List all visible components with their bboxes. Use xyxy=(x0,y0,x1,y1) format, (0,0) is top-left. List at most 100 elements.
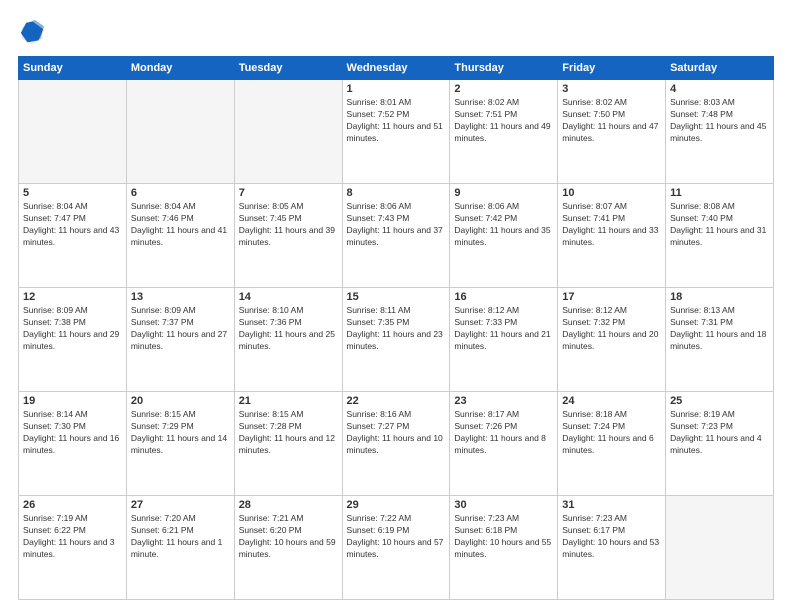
calendar-cell: 15 Sunrise: 8:11 AMSunset: 7:35 PMDayligh… xyxy=(342,288,450,392)
day-number: 14 xyxy=(239,291,338,303)
calendar-cell: 20 Sunrise: 8:15 AMSunset: 7:29 PMDayligh… xyxy=(126,392,234,496)
day-number: 11 xyxy=(670,187,769,199)
day-number: 31 xyxy=(562,499,661,511)
day-info: Sunrise: 7:23 AMSunset: 6:18 PMDaylight:… xyxy=(454,513,553,561)
calendar-cell xyxy=(666,496,774,600)
calendar-week-row: 1Sunrise: 8:01 AMSunset: 7:52 PMDaylight… xyxy=(19,80,774,184)
day-number: 22 xyxy=(347,395,446,407)
day-number: 13 xyxy=(131,291,230,303)
day-info: Sunrise: 8:03 AMSunset: 7:48 PMDaylight:… xyxy=(670,97,769,145)
calendar-cell: 31 Sunrise: 7:23 AMSunset: 6:17 PMDayligh… xyxy=(558,496,666,600)
day-number: 27 xyxy=(131,499,230,511)
calendar-cell xyxy=(234,80,342,184)
day-info: Sunrise: 7:20 AMSunset: 6:21 PMDaylight:… xyxy=(131,513,230,561)
calendar-cell: 14 Sunrise: 8:10 AMSunset: 7:36 PMDayligh… xyxy=(234,288,342,392)
calendar-cell xyxy=(19,80,127,184)
day-number: 12 xyxy=(23,291,122,303)
calendar-cell: 19 Sunrise: 8:14 AMSunset: 7:30 PMDayligh… xyxy=(19,392,127,496)
col-wednesday: Wednesday xyxy=(342,57,450,80)
day-info: Sunrise: 8:04 AMSunset: 7:46 PMDaylight:… xyxy=(131,201,230,249)
day-number: 16 xyxy=(454,291,553,303)
day-info: Sunrise: 8:16 AMSunset: 7:27 PMDaylight:… xyxy=(347,409,446,457)
calendar-cell: 24Sunrise: 8:18 AMSunset: 7:24 PMDayligh… xyxy=(558,392,666,496)
calendar-cell: 18 Sunrise: 8:13 AMSunset: 7:31 PMDayligh… xyxy=(666,288,774,392)
day-number: 17 xyxy=(562,291,661,303)
calendar-week-row: 5 Sunrise: 8:04 AMSunset: 7:47 PMDaylight… xyxy=(19,184,774,288)
col-saturday: Saturday xyxy=(666,57,774,80)
day-number: 15 xyxy=(347,291,446,303)
calendar-cell: 16Sunrise: 8:12 AMSunset: 7:33 PMDayligh… xyxy=(450,288,558,392)
col-tuesday: Tuesday xyxy=(234,57,342,80)
logo xyxy=(18,18,50,46)
day-number: 21 xyxy=(239,395,338,407)
calendar-cell: 6 Sunrise: 8:04 AMSunset: 7:46 PMDaylight… xyxy=(126,184,234,288)
day-info: Sunrise: 8:19 AMSunset: 7:23 PMDaylight:… xyxy=(670,409,769,457)
calendar-cell: 17 Sunrise: 8:12 AMSunset: 7:32 PMDayligh… xyxy=(558,288,666,392)
calendar-cell xyxy=(126,80,234,184)
day-number: 7 xyxy=(239,187,338,199)
day-info: Sunrise: 8:12 AMSunset: 7:32 PMDaylight:… xyxy=(562,305,661,353)
day-number: 19 xyxy=(23,395,122,407)
calendar-cell: 27 Sunrise: 7:20 AMSunset: 6:21 PMDayligh… xyxy=(126,496,234,600)
calendar-cell: 30 Sunrise: 7:23 AMSunset: 6:18 PMDayligh… xyxy=(450,496,558,600)
day-info: Sunrise: 8:06 AMSunset: 7:43 PMDaylight:… xyxy=(347,201,446,249)
day-info: Sunrise: 8:02 AMSunset: 7:50 PMDaylight:… xyxy=(562,97,661,145)
day-number: 1 xyxy=(347,83,446,95)
calendar-cell: 26Sunrise: 7:19 AMSunset: 6:22 PMDayligh… xyxy=(19,496,127,600)
calendar-week-row: 12 Sunrise: 8:09 AMSunset: 7:38 PMDayligh… xyxy=(19,288,774,392)
day-info: Sunrise: 8:15 AMSunset: 7:29 PMDaylight:… xyxy=(131,409,230,457)
day-number: 25 xyxy=(670,395,769,407)
calendar-cell: 21 Sunrise: 8:15 AMSunset: 7:28 PMDayligh… xyxy=(234,392,342,496)
calendar-table: Sunday Monday Tuesday Wednesday Thursday… xyxy=(18,56,774,600)
calendar-week-row: 26Sunrise: 7:19 AMSunset: 6:22 PMDayligh… xyxy=(19,496,774,600)
day-info: Sunrise: 8:13 AMSunset: 7:31 PMDaylight:… xyxy=(670,305,769,353)
calendar-cell: 9Sunrise: 8:06 AMSunset: 7:42 PMDaylight… xyxy=(450,184,558,288)
col-friday: Friday xyxy=(558,57,666,80)
day-info: Sunrise: 8:04 AMSunset: 7:47 PMDaylight:… xyxy=(23,201,122,249)
calendar-cell: 3Sunrise: 8:02 AMSunset: 7:50 PMDaylight… xyxy=(558,80,666,184)
calendar-cell: 12 Sunrise: 8:09 AMSunset: 7:38 PMDayligh… xyxy=(19,288,127,392)
calendar-cell: 13 Sunrise: 8:09 AMSunset: 7:37 PMDayligh… xyxy=(126,288,234,392)
col-sunday: Sunday xyxy=(19,57,127,80)
day-number: 18 xyxy=(670,291,769,303)
day-info: Sunrise: 8:15 AMSunset: 7:28 PMDaylight:… xyxy=(239,409,338,457)
calendar-cell: 1Sunrise: 8:01 AMSunset: 7:52 PMDaylight… xyxy=(342,80,450,184)
calendar-cell: 5 Sunrise: 8:04 AMSunset: 7:47 PMDaylight… xyxy=(19,184,127,288)
day-number: 6 xyxy=(131,187,230,199)
day-number: 29 xyxy=(347,499,446,511)
page: Sunday Monday Tuesday Wednesday Thursday… xyxy=(0,0,792,612)
day-number: 24 xyxy=(562,395,661,407)
day-info: Sunrise: 7:21 AMSunset: 6:20 PMDaylight:… xyxy=(239,513,338,561)
calendar-cell: 25 Sunrise: 8:19 AMSunset: 7:23 PMDayligh… xyxy=(666,392,774,496)
day-info: Sunrise: 8:09 AMSunset: 7:37 PMDaylight:… xyxy=(131,305,230,353)
day-info: Sunrise: 8:02 AMSunset: 7:51 PMDaylight:… xyxy=(454,97,553,145)
calendar-cell: 23Sunrise: 8:17 AMSunset: 7:26 PMDayligh… xyxy=(450,392,558,496)
day-info: Sunrise: 8:07 AMSunset: 7:41 PMDaylight:… xyxy=(562,201,661,249)
calendar-cell: 8 Sunrise: 8:06 AMSunset: 7:43 PMDaylight… xyxy=(342,184,450,288)
day-number: 2 xyxy=(454,83,553,95)
calendar-cell: 2 Sunrise: 8:02 AMSunset: 7:51 PMDaylight… xyxy=(450,80,558,184)
day-number: 20 xyxy=(131,395,230,407)
col-thursday: Thursday xyxy=(450,57,558,80)
day-number: 9 xyxy=(454,187,553,199)
day-number: 5 xyxy=(23,187,122,199)
day-info: Sunrise: 8:11 AMSunset: 7:35 PMDaylight:… xyxy=(347,305,446,353)
day-number: 23 xyxy=(454,395,553,407)
calendar-header-row: Sunday Monday Tuesday Wednesday Thursday… xyxy=(19,57,774,80)
day-number: 30 xyxy=(454,499,553,511)
logo-icon xyxy=(18,18,46,46)
day-info: Sunrise: 8:10 AMSunset: 7:36 PMDaylight:… xyxy=(239,305,338,353)
calendar-cell: 4 Sunrise: 8:03 AMSunset: 7:48 PMDaylight… xyxy=(666,80,774,184)
calendar-cell: 22 Sunrise: 8:16 AMSunset: 7:27 PMDayligh… xyxy=(342,392,450,496)
calendar-week-row: 19 Sunrise: 8:14 AMSunset: 7:30 PMDayligh… xyxy=(19,392,774,496)
calendar-cell: 11Sunrise: 8:08 AMSunset: 7:40 PMDayligh… xyxy=(666,184,774,288)
calendar-cell: 10Sunrise: 8:07 AMSunset: 7:41 PMDayligh… xyxy=(558,184,666,288)
day-number: 26 xyxy=(23,499,122,511)
day-number: 8 xyxy=(347,187,446,199)
day-info: Sunrise: 8:14 AMSunset: 7:30 PMDaylight:… xyxy=(23,409,122,457)
day-number: 4 xyxy=(670,83,769,95)
calendar-cell: 28Sunrise: 7:21 AMSunset: 6:20 PMDayligh… xyxy=(234,496,342,600)
day-info: Sunrise: 7:23 AMSunset: 6:17 PMDaylight:… xyxy=(562,513,661,561)
day-info: Sunrise: 8:09 AMSunset: 7:38 PMDaylight:… xyxy=(23,305,122,353)
col-monday: Monday xyxy=(126,57,234,80)
